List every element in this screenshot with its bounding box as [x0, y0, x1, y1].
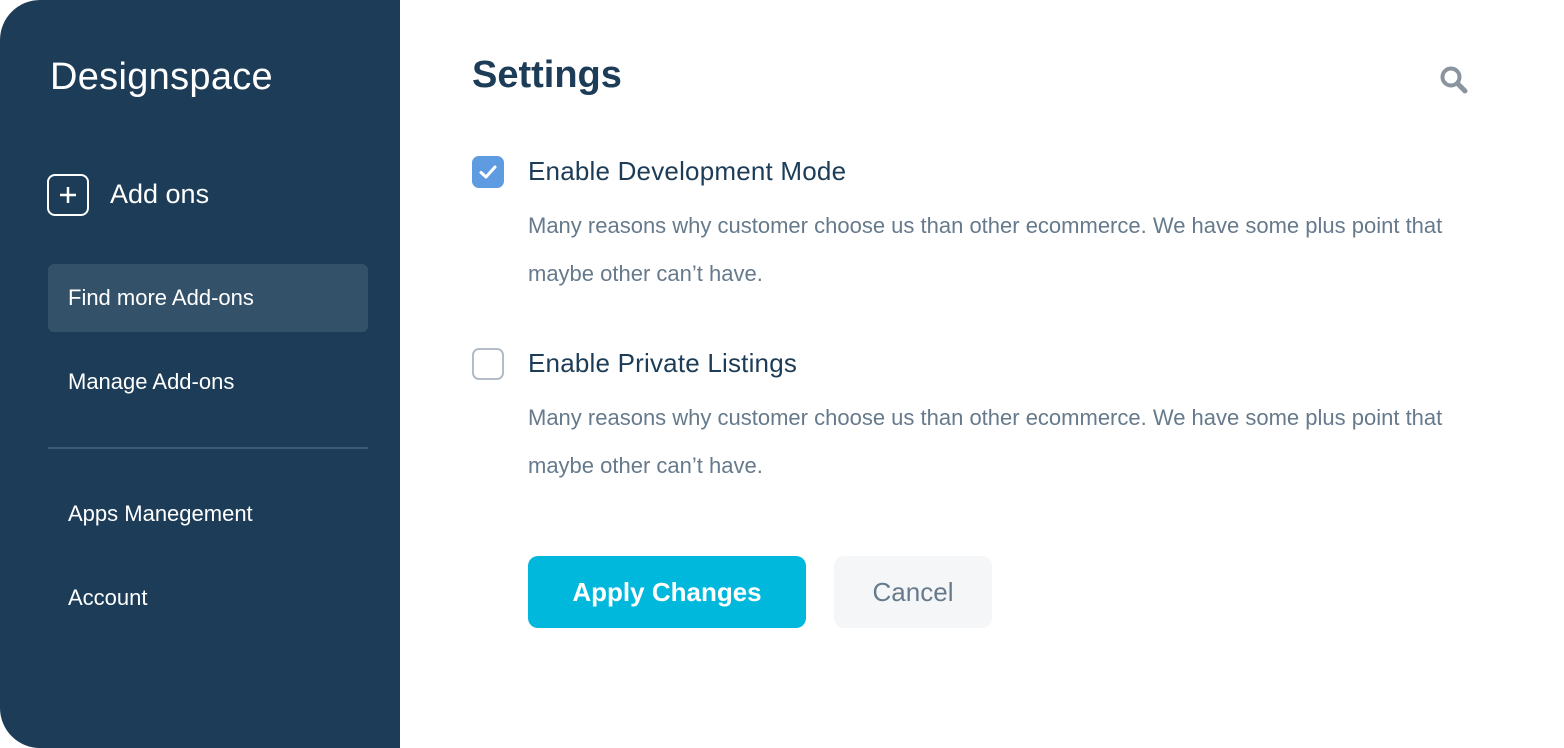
- private-listings-description: Many reasons why customer choose us than…: [528, 405, 1443, 478]
- sidebar-item-account[interactable]: Account: [48, 564, 368, 632]
- add-ons-button[interactable]: Add ons: [47, 172, 209, 217]
- development-mode-description: Many reasons why customer choose us than…: [528, 213, 1443, 286]
- check-icon: [479, 165, 497, 179]
- private-listings-checkbox[interactable]: [472, 348, 504, 380]
- sidebar-divider: [48, 447, 368, 449]
- cancel-button[interactable]: Cancel: [834, 556, 992, 628]
- sidebar-item-apps-management[interactable]: Apps Manegement: [48, 480, 368, 548]
- sidebar-item-manage-add-ons[interactable]: Manage Add-ons: [48, 348, 368, 416]
- private-listings-label: Enable Private Listings: [528, 348, 798, 378]
- apply-changes-button[interactable]: Apply Changes: [528, 556, 806, 628]
- plus-icon: [47, 173, 89, 216]
- search-button[interactable]: [1436, 62, 1472, 98]
- page-title: Settings: [472, 54, 622, 96]
- sidebar: Designspace Add ons Find more Add-ons Ma…: [0, 0, 400, 748]
- settings-window: Designspace Add ons Find more Add-ons Ma…: [0, 0, 1564, 748]
- search-icon: [1440, 66, 1468, 94]
- sidebar-item-find-more-add-ons[interactable]: Find more Add-ons: [48, 264, 368, 332]
- development-mode-checkbox[interactable]: [472, 156, 504, 188]
- add-ons-label: Add ons: [110, 179, 210, 209]
- brand-name: Designspace: [50, 56, 273, 98]
- development-mode-label: Enable Development Mode: [528, 156, 847, 186]
